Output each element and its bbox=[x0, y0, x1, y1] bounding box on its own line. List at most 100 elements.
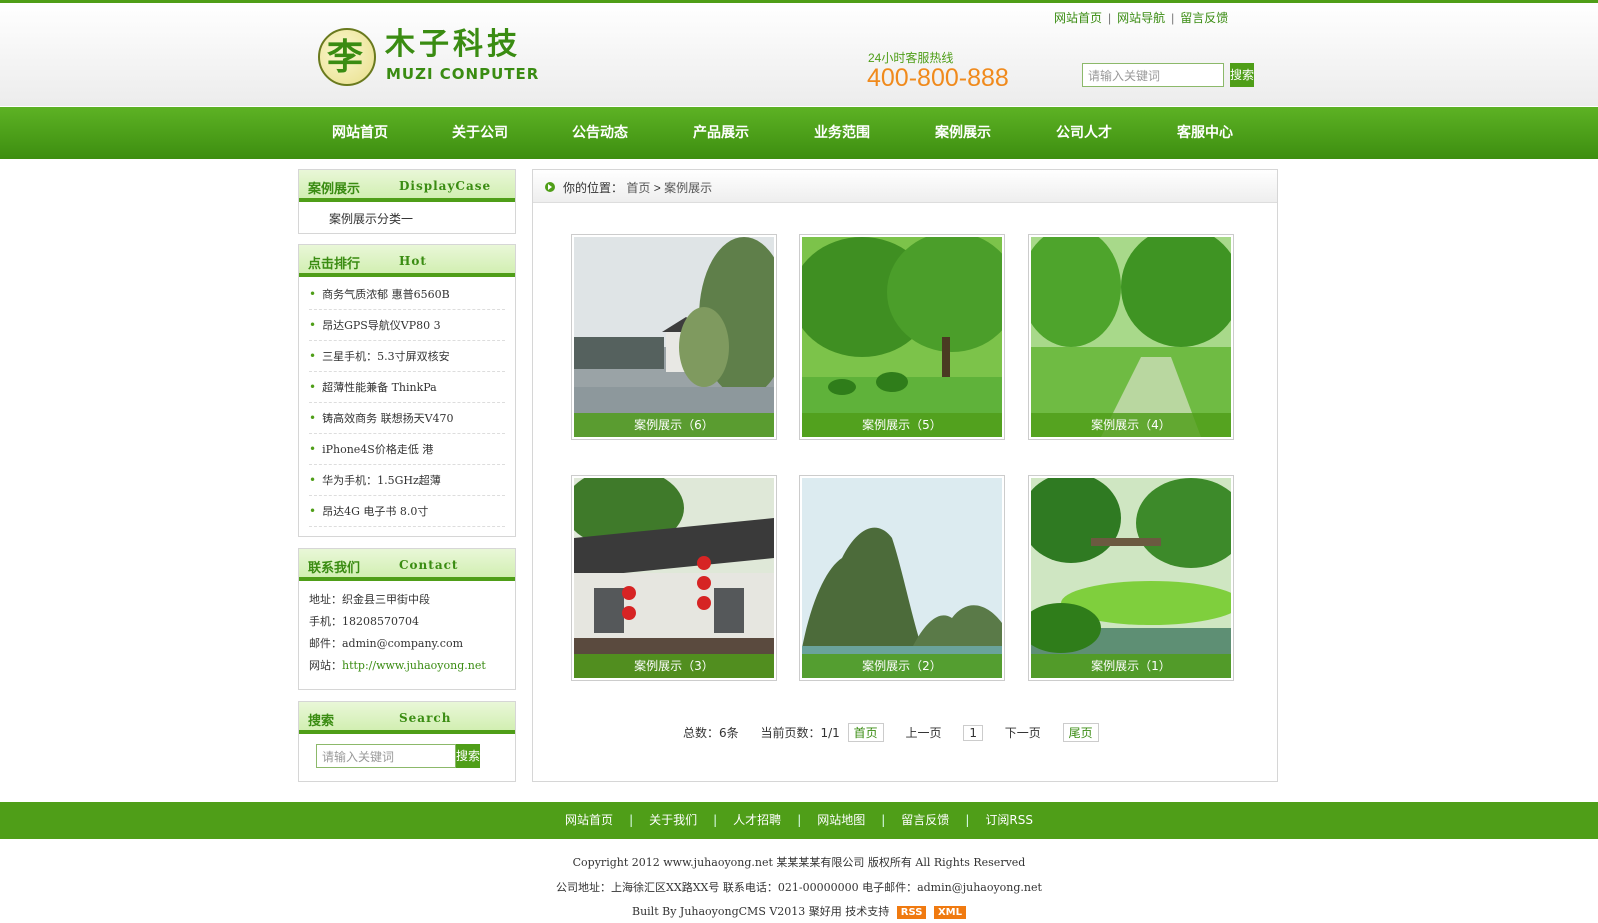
list-item[interactable]: • 商务气质浓郁 惠普6560B bbox=[309, 279, 505, 310]
case-card[interactable]: 案例展示（4） bbox=[1028, 234, 1234, 440]
bullet-icon: • bbox=[309, 318, 317, 332]
logo-en-text: MUZI CONPUTER bbox=[386, 65, 540, 83]
case-card[interactable]: 案例展示（5） bbox=[799, 234, 1005, 440]
list-item[interactable]: • iPhone4S价格走低 港 bbox=[309, 434, 505, 465]
category-link[interactable]: 案例展示分类一 bbox=[299, 202, 515, 234]
pager-last-button[interactable]: 尾页 bbox=[1062, 723, 1099, 742]
case-card[interactable]: 案例展示（1） bbox=[1028, 475, 1234, 681]
case-card[interactable]: 案例展示（3） bbox=[571, 475, 777, 681]
box-title: 联系我们 bbox=[308, 561, 361, 576]
list-item[interactable]: • 铸高效商务 联想扬天V470 bbox=[309, 403, 505, 434]
rss-badge-icon[interactable]: RSS bbox=[896, 906, 927, 919]
xml-badge-icon[interactable]: XML bbox=[933, 906, 966, 919]
box-header: 搜索 Search bbox=[299, 702, 515, 734]
footer-separator: | bbox=[713, 813, 718, 827]
site-logo[interactable]: 李 木子科技 MUZI CONPUTER bbox=[318, 25, 548, 89]
case-photo-garden-pond bbox=[1031, 478, 1231, 678]
box-subtitle: DisplayCase bbox=[399, 179, 492, 193]
nav-item-about[interactable]: 关于公司 bbox=[420, 107, 540, 159]
hot-item-label[interactable]: 超薄性能兼备 ThinkPa bbox=[322, 381, 437, 394]
nav-item-home[interactable]: 网站首页 bbox=[300, 107, 420, 159]
case-photo-park-trees bbox=[802, 237, 1002, 437]
hot-item-label[interactable]: 昂达4G 电子书 8.0寸 bbox=[322, 505, 428, 518]
case-caption: 案例展示（1） bbox=[1031, 654, 1231, 678]
case-caption: 案例展示（4） bbox=[1031, 413, 1231, 437]
bullet-icon: • bbox=[309, 380, 317, 394]
pager-next-button[interactable]: 下一页 bbox=[1005, 724, 1041, 741]
hot-item-label[interactable]: 华为手机：1.5GHz超薄 bbox=[322, 474, 441, 487]
footer-link-sitemap[interactable]: 网站地图 bbox=[817, 813, 865, 827]
nav-item-products[interactable]: 产品展示 bbox=[661, 107, 781, 159]
list-item[interactable]: • 三星手机：5.3寸屏双核安 bbox=[309, 341, 505, 372]
nav-item-business[interactable]: 业务范围 bbox=[782, 107, 902, 159]
toplink-sitenav[interactable]: 网站导航 bbox=[1117, 11, 1165, 25]
sidebar-search-input[interactable]: 请输入关键词 bbox=[316, 744, 456, 768]
toplink-separator: | bbox=[1108, 11, 1112, 25]
bullet-icon: • bbox=[309, 473, 317, 487]
hot-list: • 商务气质浓郁 惠普6560B • 昂达GPS导航仪VP80 3 • 三星手机：5.… bbox=[299, 277, 515, 531]
top-links: 网站首页 | 网站导航 | 留言反馈 bbox=[1054, 9, 1228, 26]
hot-item-label[interactable]: iPhone4S价格走低 港 bbox=[322, 443, 433, 456]
pager-first-button[interactable]: 首页 bbox=[847, 723, 884, 742]
footer-separator: | bbox=[797, 813, 802, 827]
hot-item-label[interactable]: 昂达GPS导航仪VP80 3 bbox=[322, 319, 441, 332]
breadcrumb: 你的位置： 首页 > 案例展示 bbox=[533, 170, 1277, 203]
nav-item-talent[interactable]: 公司人才 bbox=[1024, 107, 1144, 159]
logo-glyph: 李 bbox=[327, 36, 364, 78]
contact-email-label: 邮件： bbox=[309, 637, 342, 650]
contact-address-value: 织金县三甲街中段 bbox=[342, 593, 430, 606]
header-search-button[interactable]: 搜索 bbox=[1230, 63, 1254, 87]
pager-total: 总数：6条 bbox=[683, 726, 739, 740]
contact-phone-value: 18208570704 bbox=[342, 615, 419, 628]
footer-link-home[interactable]: 网站首页 bbox=[565, 813, 613, 827]
case-caption: 案例展示（2） bbox=[802, 654, 1002, 678]
footer-link-rss[interactable]: 订阅RSS bbox=[985, 813, 1033, 827]
toplink-home[interactable]: 网站首页 bbox=[1054, 11, 1102, 25]
sidebar-category-box: 案例展示 DisplayCase 案例展示分类一 bbox=[298, 169, 516, 234]
hot-item-label[interactable]: 三星手机：5.3寸屏双核安 bbox=[322, 350, 450, 363]
case-card[interactable]: 案例展示（2） bbox=[799, 475, 1005, 681]
case-photo-lanterns-house bbox=[574, 478, 774, 678]
header-search-input[interactable]: 请输入关键词 bbox=[1082, 63, 1224, 87]
box-header: 点击排行 Hot bbox=[299, 245, 515, 277]
main-nav: 网站首页 关于公司 公告动态 产品展示 业务范围 案例展示 公司人才 客服中心 bbox=[0, 107, 1598, 159]
sidebar-search-button[interactable]: 搜索 bbox=[456, 744, 480, 768]
box-title: 点击排行 bbox=[308, 257, 361, 272]
pagination: 总数：6条 当前页数：1/1 首页 上一页 1 下一页 尾页 bbox=[683, 723, 1117, 742]
toplink-separator: | bbox=[1171, 11, 1175, 25]
nav-item-service[interactable]: 客服中心 bbox=[1145, 107, 1265, 159]
pager-prev-button[interactable]: 上一页 bbox=[905, 724, 941, 741]
nav-item-news[interactable]: 公告动态 bbox=[540, 107, 660, 159]
footer-link-jobs[interactable]: 人才招聘 bbox=[733, 813, 781, 827]
case-image: 案例展示（4） bbox=[1031, 237, 1231, 437]
hot-item-label[interactable]: 铸高效商务 联想扬天V470 bbox=[322, 412, 453, 425]
pager-page-1[interactable]: 1 bbox=[963, 725, 983, 741]
bullet-icon: • bbox=[309, 349, 317, 363]
list-item[interactable]: • 超薄性能兼备 ThinkPa bbox=[309, 372, 505, 403]
breadcrumb-text: 你的位置： 首页 > 案例展示 bbox=[563, 179, 712, 196]
case-card[interactable]: 案例展示（6） bbox=[571, 234, 777, 440]
box-subtitle: Contact bbox=[399, 558, 459, 572]
footer-link-about[interactable]: 关于我们 bbox=[649, 813, 697, 827]
breadcrumb-label: 你的位置： bbox=[563, 181, 624, 195]
contact-address-label: 地址： bbox=[309, 593, 342, 606]
box-header: 联系我们 Contact bbox=[299, 549, 515, 581]
list-item[interactable]: • 华为手机：1.5GHz超薄 bbox=[309, 465, 505, 496]
contact-site-label: 网站： bbox=[309, 659, 342, 672]
footer-link-feedback[interactable]: 留言反馈 bbox=[901, 813, 949, 827]
location-arrow-icon bbox=[545, 182, 555, 192]
breadcrumb-home-link[interactable]: 首页 bbox=[626, 181, 650, 195]
toplink-feedback[interactable]: 留言反馈 bbox=[1180, 11, 1228, 25]
hot-item-label[interactable]: 商务气质浓郁 惠普6560B bbox=[322, 288, 450, 301]
box-subtitle: Hot bbox=[399, 254, 427, 268]
main-content: 你的位置： 首页 > 案例展示 案例展示（6） 案例展示（5） 案例展示（4） … bbox=[532, 169, 1278, 782]
nav-item-cases[interactable]: 案例展示 bbox=[903, 107, 1023, 159]
list-item[interactable]: • 昂达4G 电子书 8.0寸 bbox=[309, 496, 505, 527]
case-caption: 案例展示（6） bbox=[574, 413, 774, 437]
list-item[interactable]: • 昂达GPS导航仪VP80 3 bbox=[309, 310, 505, 341]
contact-site-link[interactable]: http://www.juhaoyong.net bbox=[342, 659, 486, 672]
bullet-icon: • bbox=[309, 287, 317, 301]
footer-built-line: Built By JuhaoyongCMS V2013 聚好用 技术支持 RSS… bbox=[0, 903, 1598, 919]
case-caption: 案例展示（3） bbox=[574, 654, 774, 678]
footer-built: Built By JuhaoyongCMS V2013 聚好用 技术支持 bbox=[632, 905, 890, 918]
